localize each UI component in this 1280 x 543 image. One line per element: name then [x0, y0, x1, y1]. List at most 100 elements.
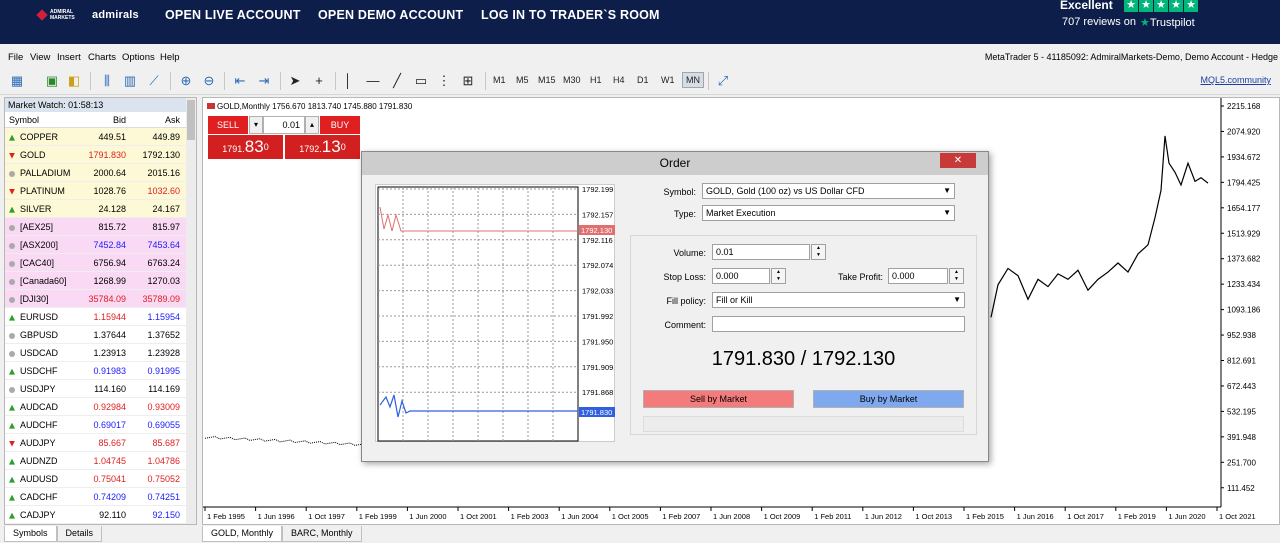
market-watch-row[interactable]: [Canada60] 1268.99 1270.03 [5, 272, 196, 290]
quick-buy-price[interactable]: 1792.130 [285, 135, 360, 159]
tf-m1[interactable]: M1 [493, 75, 506, 85]
market-watch-icon[interactable]: ◧ [64, 71, 84, 91]
quick-sell-button[interactable]: SELL [208, 116, 248, 134]
tf-h1[interactable]: H1 [590, 75, 602, 85]
crosshair-icon[interactable]: + [309, 71, 329, 91]
nav-traders-room[interactable]: LOG IN TO TRADER`S ROOM [481, 8, 660, 22]
market-watch-row[interactable]: PALLADIUM 2000.64 2015.16 [5, 164, 196, 182]
tab-details[interactable]: Details [56, 526, 103, 542]
type-select[interactable]: Market Execution ▼ [702, 205, 955, 221]
trustpilot-brand: ★Trustpilot [1140, 16, 1195, 29]
line-chart-icon[interactable]: ⟋ [144, 71, 164, 91]
symbol-text: USDCHF [20, 366, 58, 376]
quick-volume-input[interactable]: 0.01 [263, 116, 305, 134]
market-watch-row[interactable]: AUDUSD 0.75041 0.75052 [5, 470, 196, 488]
symbol-cell: [DJI30] [5, 290, 75, 307]
market-watch-row[interactable]: USDCAD 1.23913 1.23928 [5, 344, 196, 362]
trustpilot-stars: ★ ★ ★ ★ ★ [1124, 0, 1198, 12]
tf-mn[interactable]: MN [682, 72, 704, 88]
new-order-icon[interactable]: ▣ [42, 71, 62, 91]
volume-spinner-icon[interactable]: ▲ ▼ [811, 244, 826, 260]
market-watch-tabs: Symbols Details [4, 526, 103, 542]
zoom-out-icon[interactable]: ⊖ [199, 71, 219, 91]
close-icon[interactable]: ✕ [940, 153, 976, 168]
market-watch-row[interactable]: PLATINUM 1028.76 1032.60 [5, 182, 196, 200]
text-icon[interactable]: ▭ [411, 71, 431, 91]
tab-symbols[interactable]: Symbols [4, 526, 57, 542]
col-bid[interactable]: Bid [75, 112, 129, 127]
market-watch-row[interactable]: AUDCHF 0.69017 0.69055 [5, 416, 196, 434]
market-watch-row[interactable]: USDJPY 114.160 114.169 [5, 380, 196, 398]
menu-help[interactable]: Help [160, 52, 180, 63]
tf-w1[interactable]: W1 [661, 75, 675, 85]
menu-insert[interactable]: Insert [57, 52, 81, 63]
market-watch-row[interactable]: GBPUSD 1.37644 1.37652 [5, 326, 196, 344]
order-title-bar[interactable]: Order ✕ [362, 152, 988, 175]
sell-by-market-button[interactable]: Sell by Market [643, 390, 794, 408]
col-ask[interactable]: Ask [129, 112, 183, 127]
volume-down-icon[interactable]: ▾ [249, 116, 263, 134]
tf-m30[interactable]: M30 [563, 75, 581, 85]
market-watch-row[interactable]: [CAC40] 6756.94 6763.24 [5, 254, 196, 272]
shapes-icon[interactable]: ⊞ [458, 71, 478, 91]
market-watch-row[interactable]: AUDCAD 0.92984 0.93009 [5, 398, 196, 416]
zoom-in-icon[interactable]: ⊕ [176, 71, 196, 91]
autoscroll-icon[interactable]: ⇤ [230, 71, 250, 91]
quick-buy-button[interactable]: BUY [320, 116, 360, 134]
tab-gold-monthly[interactable]: GOLD, Monthly [202, 526, 283, 542]
market-watch-row[interactable]: EURUSD 1.15944 1.15954 [5, 308, 196, 326]
trustpilot-widget[interactable]: Excellent ★ ★ ★ ★ ★ 707 reviews on ★Trus… [1060, 0, 1202, 44]
new-chart-icon[interactable]: ▦ [7, 71, 27, 91]
tf-h4[interactable]: H4 [613, 75, 625, 85]
tab-barc-monthly[interactable]: BARC, Monthly [282, 526, 362, 542]
menu-view[interactable]: View [30, 52, 50, 63]
tf-m15[interactable]: M15 [538, 75, 556, 85]
scrollbar-thumb[interactable] [187, 100, 195, 140]
market-watch-row[interactable]: AUDJPY 85.667 85.687 [5, 434, 196, 452]
take-profit-spinner-icon[interactable]: ▲ ▼ [949, 268, 964, 284]
vertical-line-icon[interactable]: │ [338, 71, 358, 91]
quick-sell-price[interactable]: 1791.830 [208, 135, 283, 159]
col-symbol[interactable]: Symbol [5, 112, 75, 127]
symbol-cell: GBPUSD [5, 326, 75, 343]
fill-policy-select[interactable]: Fill or Kill ▼ [712, 292, 965, 308]
fullscreen-icon[interactable]: ⤢ [713, 71, 733, 91]
menu-options[interactable]: Options [122, 52, 155, 63]
market-watch-row[interactable]: SILVER 24.128 24.167 [5, 200, 196, 218]
market-watch-row[interactable]: CADCHF 0.74209 0.74251 [5, 488, 196, 506]
scrollbar[interactable] [186, 98, 196, 524]
admirals-logo[interactable]: ADMIRAL MARKETS admirals [36, 9, 139, 21]
market-watch-row[interactable]: USDCHF 0.91983 0.91995 [5, 362, 196, 380]
symbol-cell: PALLADIUM [5, 164, 75, 181]
symbol-select[interactable]: GOLD, Gold (100 oz) vs US Dollar CFD ▼ [702, 183, 955, 199]
volume-up-icon[interactable]: ▴ [305, 116, 319, 134]
market-watch-row[interactable]: CADJPY 92.110 92.150 [5, 506, 196, 524]
volume-input[interactable]: 0.01 [712, 244, 810, 260]
trendline-icon[interactable]: ╱ [387, 71, 407, 91]
x-tick-label: 1 Feb 1995 [207, 512, 245, 521]
mql5-community-link[interactable]: MQL5.community [1200, 75, 1271, 85]
candle-chart-icon[interactable]: ▥ [120, 71, 140, 91]
comment-input[interactable] [712, 316, 965, 332]
market-watch-row[interactable]: [DJI30] 35784.09 35789.09 [5, 290, 196, 308]
tf-d1[interactable]: D1 [637, 75, 649, 85]
tf-m5[interactable]: M5 [516, 75, 529, 85]
market-watch-row[interactable]: [AEX25] 815.72 815.97 [5, 218, 196, 236]
menu-file[interactable]: File [8, 52, 23, 63]
buy-by-market-button[interactable]: Buy by Market [813, 390, 964, 408]
chart-shift-icon[interactable]: ⇥ [254, 71, 274, 91]
fibo-icon[interactable]: ⋮ [434, 71, 454, 91]
nav-open-live-account[interactable]: OPEN LIVE ACCOUNT [165, 8, 301, 22]
market-watch-row[interactable]: AUDNZD 1.04745 1.04786 [5, 452, 196, 470]
take-profit-input[interactable]: 0.000 [888, 268, 948, 284]
market-watch-row[interactable]: GOLD 1791.830 1792.130 [5, 146, 196, 164]
market-watch-row[interactable]: COPPER 449.51 449.89 [5, 128, 196, 146]
stop-loss-spinner-icon[interactable]: ▲ ▼ [771, 268, 786, 284]
cursor-icon[interactable]: ➤ [285, 71, 305, 91]
stop-loss-input[interactable]: 0.000 [712, 268, 770, 284]
nav-open-demo-account[interactable]: OPEN DEMO ACCOUNT [318, 8, 463, 22]
market-watch-row[interactable]: [ASX200] 7452.84 7453.64 [5, 236, 196, 254]
horizontal-line-icon[interactable]: — [363, 71, 383, 91]
bar-chart-icon[interactable]: ⫼ [97, 71, 117, 91]
menu-charts[interactable]: Charts [88, 52, 116, 63]
